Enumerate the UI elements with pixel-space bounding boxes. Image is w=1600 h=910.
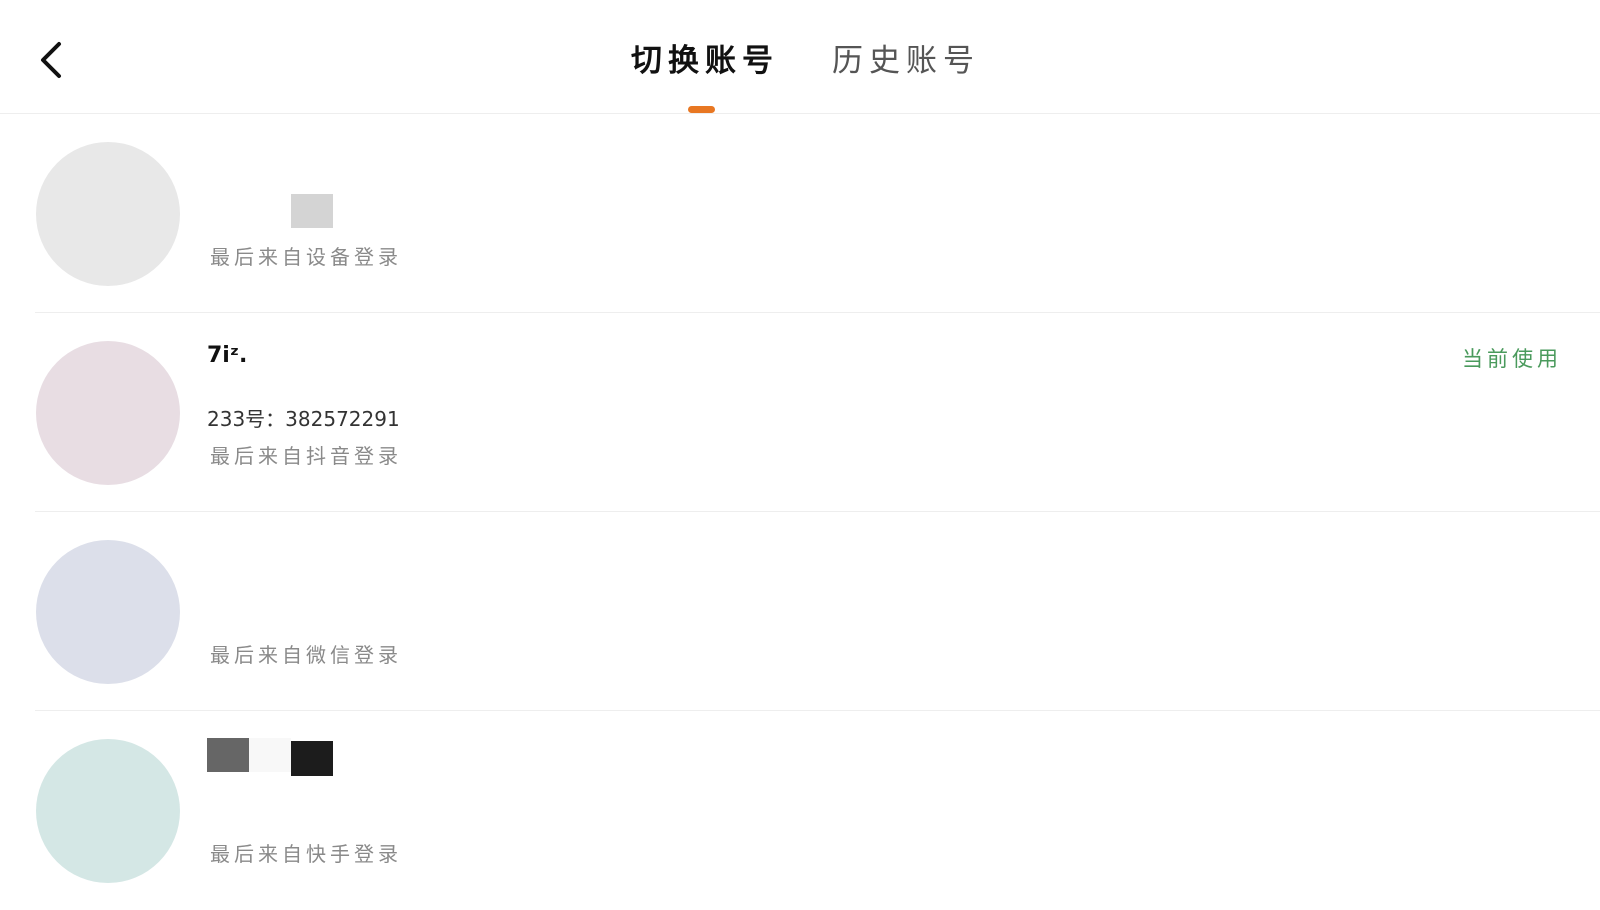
login-source-label: 最后来自设备登录 bbox=[210, 245, 402, 269]
redacted-name-block bbox=[291, 741, 333, 776]
avatar bbox=[36, 739, 180, 883]
tab-switch-account[interactable]: 切换账号 bbox=[631, 36, 779, 86]
account-row[interactable]: 最后来自设备登录 bbox=[0, 114, 1600, 313]
account-row[interactable]: 最后来自快手登录 bbox=[0, 711, 1600, 910]
account-tabs: 切换账号 历史账号 bbox=[0, 36, 1600, 114]
account-row[interactable]: 最后来自微信登录 bbox=[0, 512, 1600, 711]
avatar bbox=[36, 142, 180, 286]
account-name: 7iᶻ. bbox=[207, 343, 248, 368]
tab-history-account[interactable]: 历史账号 bbox=[832, 36, 980, 86]
redacted-name-block bbox=[249, 738, 291, 772]
top-nav-bar: 切换账号 历史账号 bbox=[0, 0, 1600, 114]
login-source-label: 最后来自微信登录 bbox=[210, 643, 402, 667]
avatar bbox=[36, 341, 180, 485]
login-source-label: 最后来自快手登录 bbox=[210, 842, 402, 866]
login-source-label: 最后来自抖音登录 bbox=[210, 444, 402, 468]
account-row[interactable]: 7iᶻ. 233号：382572291 最后来自抖音登录 当前使用 bbox=[0, 313, 1600, 512]
active-tab-indicator bbox=[688, 106, 715, 113]
redacted-name-block bbox=[291, 194, 333, 228]
account-id: 233号：382572291 bbox=[207, 407, 400, 431]
redacted-name-block bbox=[207, 738, 249, 772]
avatar bbox=[36, 540, 180, 684]
current-account-badge: 当前使用 bbox=[1462, 347, 1562, 371]
